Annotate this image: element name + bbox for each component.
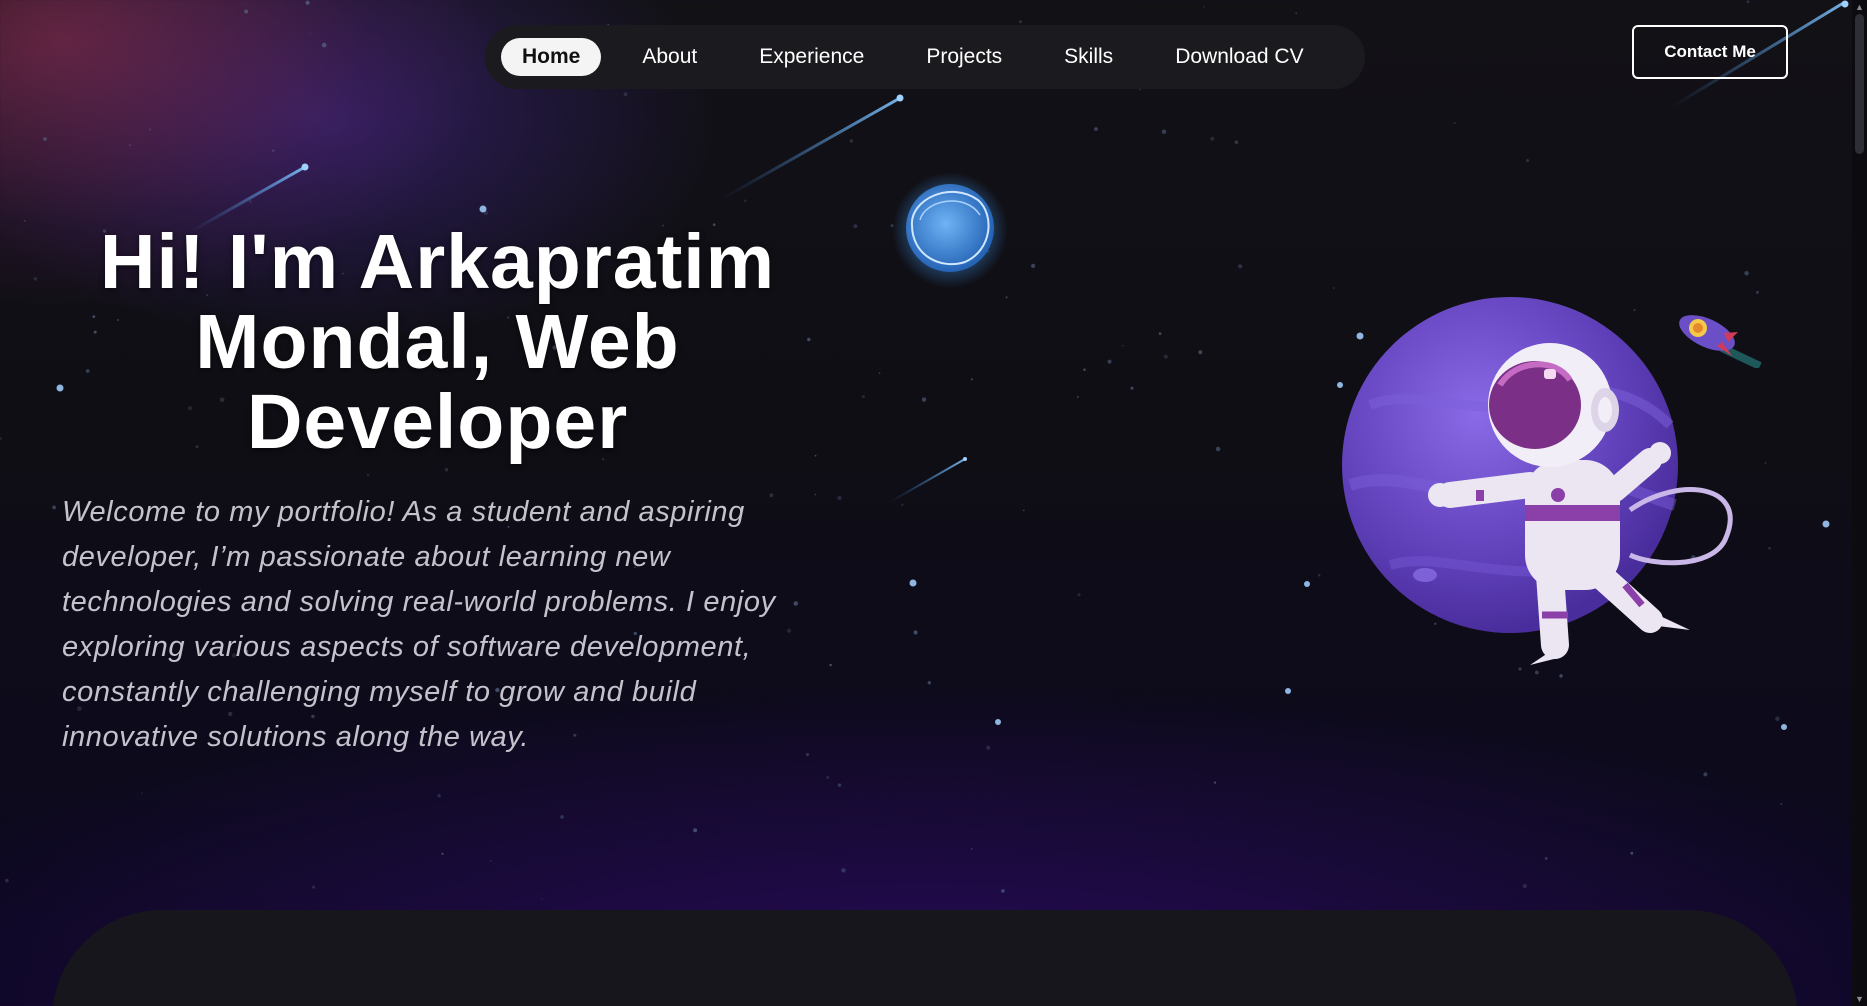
star-dot — [837, 783, 842, 787]
star-dot — [1775, 716, 1780, 722]
star-dot — [1163, 354, 1168, 359]
nav-item-about[interactable]: About — [621, 38, 718, 76]
star-dot — [1001, 889, 1005, 893]
nav-item-projects[interactable]: Projects — [905, 38, 1023, 76]
star-dot — [541, 897, 543, 900]
page-scrollbar[interactable]: ▲ ▼ — [1852, 0, 1867, 1006]
blue-planet-illustration — [892, 172, 1008, 288]
shooting-star-3 — [889, 457, 967, 503]
star-dot — [970, 847, 973, 850]
star-dot — [141, 792, 143, 794]
scroll-up-arrow-icon[interactable]: ▲ — [1852, 0, 1867, 14]
star-dot — [841, 868, 846, 873]
star-dot — [149, 128, 152, 131]
star-dot — [1703, 772, 1708, 777]
star-dot — [490, 860, 492, 862]
scroll-down-arrow-icon[interactable]: ▼ — [1852, 992, 1867, 1006]
star-dot — [1238, 264, 1243, 269]
star-dot — [1780, 802, 1783, 806]
nav-item-home[interactable]: Home — [501, 38, 602, 76]
hero-description: Welcome to my portfolio! As a student an… — [62, 496, 776, 753]
nav-item-download-cv[interactable]: Download CV — [1154, 38, 1324, 76]
star-dot — [248, 200, 252, 203]
star-dot — [1130, 386, 1134, 390]
star-dot — [1544, 857, 1548, 860]
star-dot — [483, 211, 488, 215]
star-dot — [1746, 0, 1750, 3]
star-dot — [272, 149, 275, 152]
star-dot — [0, 437, 2, 440]
star-dot — [366, 473, 370, 477]
star-dot — [1213, 781, 1217, 784]
star-dot — [1019, 20, 1022, 24]
star-dot — [5, 878, 9, 883]
star-dot — [927, 681, 931, 685]
star-dot — [1094, 127, 1098, 131]
star-dot — [1083, 368, 1086, 372]
star-dot — [878, 372, 881, 375]
star-dot — [23, 219, 26, 222]
star-dot — [33, 277, 38, 281]
scrollbar-thumb[interactable] — [1855, 14, 1864, 154]
star-dot — [1215, 446, 1221, 452]
star-dot — [1077, 593, 1081, 597]
star-dot — [829, 663, 832, 667]
contact-me-button[interactable]: Contact Me — [1632, 25, 1788, 79]
star-dot — [1005, 296, 1008, 299]
star-dot — [43, 137, 47, 141]
star-dot — [743, 199, 747, 203]
star-dot — [901, 503, 904, 506]
star-dot — [1210, 136, 1215, 141]
star-dot — [1318, 574, 1321, 577]
star-dot — [305, 0, 310, 5]
hero-title-line-2: Mondal, Web — [195, 299, 680, 385]
next-section-card — [52, 910, 1798, 1006]
shooting-star-2 — [719, 94, 904, 202]
star-dot — [309, 32, 312, 35]
star-dot — [560, 815, 564, 819]
star-dot — [1076, 396, 1079, 398]
main-navigation: Home About Experience Projects Skills Do… — [485, 25, 1365, 89]
star-dot — [1630, 851, 1634, 855]
star-dot — [1158, 332, 1162, 335]
star-dot — [693, 828, 698, 833]
star-dot — [913, 630, 918, 635]
hero-title-line-3: Developer — [246, 379, 629, 465]
star-dot — [1234, 140, 1239, 144]
hero-title: Hi! I'm Arkapratim Mondal, Web Developer — [60, 222, 815, 462]
star-dot — [1121, 344, 1124, 347]
star-dot — [1161, 129, 1167, 135]
star-dot — [52, 505, 56, 510]
star-dot — [623, 92, 628, 97]
star-dot — [1295, 12, 1298, 15]
star-dot — [986, 745, 991, 750]
star-dot — [1031, 263, 1036, 268]
star-dot — [444, 468, 449, 472]
star-dot — [312, 885, 315, 889]
star-dot — [1022, 509, 1025, 512]
star-dot — [970, 378, 973, 381]
star-dot — [849, 139, 854, 143]
rocket-icon — [1679, 315, 1762, 368]
star-dot — [826, 776, 830, 779]
star-dot — [321, 42, 327, 48]
star-dot — [1526, 159, 1529, 162]
star-dot — [1744, 271, 1749, 276]
star-dot — [441, 852, 444, 855]
star-dot — [921, 397, 927, 402]
star-dot — [1107, 359, 1112, 364]
nav-item-experience[interactable]: Experience — [738, 38, 885, 76]
star-dot — [437, 794, 441, 798]
star-dot — [837, 495, 842, 501]
star-dot — [128, 144, 131, 147]
hero-title-line-1: Hi! I'm Arkapratim — [99, 219, 776, 305]
star-dot — [244, 9, 249, 14]
star-dot — [862, 395, 865, 399]
star-dot — [1453, 121, 1456, 125]
nav-item-skills[interactable]: Skills — [1043, 38, 1134, 76]
star-dot — [853, 224, 858, 229]
star-dot — [1198, 350, 1203, 355]
star-dot — [1203, 6, 1205, 8]
star-dot — [1522, 884, 1527, 888]
